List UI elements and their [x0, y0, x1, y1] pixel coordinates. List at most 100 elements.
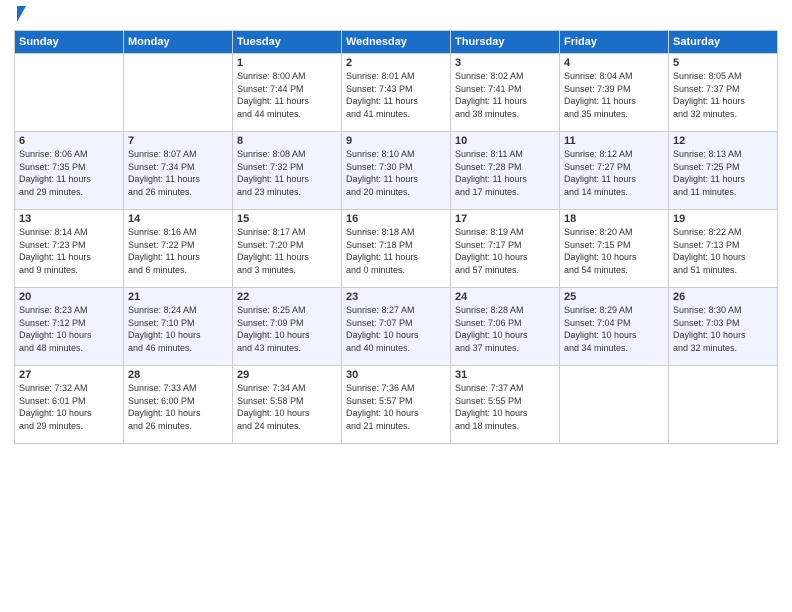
day-number: 26 [673, 291, 773, 303]
week-row-3: 20Sunrise: 8:23 AM Sunset: 7:12 PM Dayli… [15, 288, 778, 366]
day-info: Sunrise: 8:19 AM Sunset: 7:17 PM Dayligh… [455, 226, 555, 276]
day-info: Sunrise: 7:33 AM Sunset: 6:00 PM Dayligh… [128, 382, 228, 432]
col-header-thursday: Thursday [451, 31, 560, 54]
day-info: Sunrise: 8:12 AM Sunset: 7:27 PM Dayligh… [564, 148, 664, 198]
day-info: Sunrise: 8:02 AM Sunset: 7:41 PM Dayligh… [455, 70, 555, 120]
calendar-cell: 13Sunrise: 8:14 AM Sunset: 7:23 PM Dayli… [15, 210, 124, 288]
week-row-1: 6Sunrise: 8:06 AM Sunset: 7:35 PM Daylig… [15, 132, 778, 210]
calendar-cell [124, 54, 233, 132]
day-number: 9 [346, 135, 446, 147]
week-row-0: 1Sunrise: 8:00 AM Sunset: 7:44 PM Daylig… [15, 54, 778, 132]
day-info: Sunrise: 8:27 AM Sunset: 7:07 PM Dayligh… [346, 304, 446, 354]
day-info: Sunrise: 8:28 AM Sunset: 7:06 PM Dayligh… [455, 304, 555, 354]
col-header-wednesday: Wednesday [342, 31, 451, 54]
day-info: Sunrise: 8:16 AM Sunset: 7:22 PM Dayligh… [128, 226, 228, 276]
week-row-2: 13Sunrise: 8:14 AM Sunset: 7:23 PM Dayli… [15, 210, 778, 288]
calendar-cell: 9Sunrise: 8:10 AM Sunset: 7:30 PM Daylig… [342, 132, 451, 210]
day-number: 24 [455, 291, 555, 303]
calendar-cell: 27Sunrise: 7:32 AM Sunset: 6:01 PM Dayli… [15, 366, 124, 444]
day-number: 6 [19, 135, 119, 147]
week-row-4: 27Sunrise: 7:32 AM Sunset: 6:01 PM Dayli… [15, 366, 778, 444]
day-number: 15 [237, 213, 337, 225]
day-number: 14 [128, 213, 228, 225]
day-number: 7 [128, 135, 228, 147]
day-number: 10 [455, 135, 555, 147]
day-number: 28 [128, 369, 228, 381]
day-info: Sunrise: 7:34 AM Sunset: 5:58 PM Dayligh… [237, 382, 337, 432]
day-info: Sunrise: 8:11 AM Sunset: 7:28 PM Dayligh… [455, 148, 555, 198]
day-info: Sunrise: 8:22 AM Sunset: 7:13 PM Dayligh… [673, 226, 773, 276]
day-number: 25 [564, 291, 664, 303]
calendar-cell [560, 366, 669, 444]
calendar-cell: 17Sunrise: 8:19 AM Sunset: 7:17 PM Dayli… [451, 210, 560, 288]
header [14, 10, 778, 22]
col-header-sunday: Sunday [15, 31, 124, 54]
day-info: Sunrise: 8:05 AM Sunset: 7:37 PM Dayligh… [673, 70, 773, 120]
day-number: 18 [564, 213, 664, 225]
calendar-cell: 30Sunrise: 7:36 AM Sunset: 5:57 PM Dayli… [342, 366, 451, 444]
col-header-monday: Monday [124, 31, 233, 54]
day-info: Sunrise: 7:32 AM Sunset: 6:01 PM Dayligh… [19, 382, 119, 432]
day-info: Sunrise: 8:04 AM Sunset: 7:39 PM Dayligh… [564, 70, 664, 120]
day-info: Sunrise: 8:23 AM Sunset: 7:12 PM Dayligh… [19, 304, 119, 354]
day-info: Sunrise: 8:07 AM Sunset: 7:34 PM Dayligh… [128, 148, 228, 198]
day-number: 23 [346, 291, 446, 303]
calendar-cell: 6Sunrise: 8:06 AM Sunset: 7:35 PM Daylig… [15, 132, 124, 210]
day-number: 29 [237, 369, 337, 381]
day-info: Sunrise: 7:36 AM Sunset: 5:57 PM Dayligh… [346, 382, 446, 432]
day-info: Sunrise: 8:29 AM Sunset: 7:04 PM Dayligh… [564, 304, 664, 354]
calendar-cell: 24Sunrise: 8:28 AM Sunset: 7:06 PM Dayli… [451, 288, 560, 366]
calendar-cell: 4Sunrise: 8:04 AM Sunset: 7:39 PM Daylig… [560, 54, 669, 132]
calendar-cell: 21Sunrise: 8:24 AM Sunset: 7:10 PM Dayli… [124, 288, 233, 366]
col-header-friday: Friday [560, 31, 669, 54]
calendar-cell: 23Sunrise: 8:27 AM Sunset: 7:07 PM Dayli… [342, 288, 451, 366]
calendar-cell: 3Sunrise: 8:02 AM Sunset: 7:41 PM Daylig… [451, 54, 560, 132]
day-number: 1 [237, 57, 337, 69]
calendar-page: SundayMondayTuesdayWednesdayThursdayFrid… [0, 0, 792, 612]
calendar-cell: 31Sunrise: 7:37 AM Sunset: 5:55 PM Dayli… [451, 366, 560, 444]
calendar-cell: 2Sunrise: 8:01 AM Sunset: 7:43 PM Daylig… [342, 54, 451, 132]
day-number: 5 [673, 57, 773, 69]
day-number: 27 [19, 369, 119, 381]
calendar-cell: 22Sunrise: 8:25 AM Sunset: 7:09 PM Dayli… [233, 288, 342, 366]
calendar-cell: 29Sunrise: 7:34 AM Sunset: 5:58 PM Dayli… [233, 366, 342, 444]
day-number: 16 [346, 213, 446, 225]
calendar-cell: 14Sunrise: 8:16 AM Sunset: 7:22 PM Dayli… [124, 210, 233, 288]
day-info: Sunrise: 8:13 AM Sunset: 7:25 PM Dayligh… [673, 148, 773, 198]
day-number: 22 [237, 291, 337, 303]
day-info: Sunrise: 8:20 AM Sunset: 7:15 PM Dayligh… [564, 226, 664, 276]
day-info: Sunrise: 7:37 AM Sunset: 5:55 PM Dayligh… [455, 382, 555, 432]
day-number: 8 [237, 135, 337, 147]
calendar-cell: 11Sunrise: 8:12 AM Sunset: 7:27 PM Dayli… [560, 132, 669, 210]
day-number: 2 [346, 57, 446, 69]
day-info: Sunrise: 8:00 AM Sunset: 7:44 PM Dayligh… [237, 70, 337, 120]
logo-triangle-icon [17, 6, 26, 22]
col-header-tuesday: Tuesday [233, 31, 342, 54]
day-info: Sunrise: 8:08 AM Sunset: 7:32 PM Dayligh… [237, 148, 337, 198]
calendar-cell: 1Sunrise: 8:00 AM Sunset: 7:44 PM Daylig… [233, 54, 342, 132]
day-info: Sunrise: 8:06 AM Sunset: 7:35 PM Dayligh… [19, 148, 119, 198]
logo [14, 10, 26, 22]
calendar-cell: 10Sunrise: 8:11 AM Sunset: 7:28 PM Dayli… [451, 132, 560, 210]
col-header-saturday: Saturday [669, 31, 778, 54]
day-info: Sunrise: 8:17 AM Sunset: 7:20 PM Dayligh… [237, 226, 337, 276]
day-number: 13 [19, 213, 119, 225]
calendar-cell: 25Sunrise: 8:29 AM Sunset: 7:04 PM Dayli… [560, 288, 669, 366]
calendar-table: SundayMondayTuesdayWednesdayThursdayFrid… [14, 30, 778, 444]
day-info: Sunrise: 8:14 AM Sunset: 7:23 PM Dayligh… [19, 226, 119, 276]
calendar-cell: 7Sunrise: 8:07 AM Sunset: 7:34 PM Daylig… [124, 132, 233, 210]
day-number: 20 [19, 291, 119, 303]
calendar-cell: 18Sunrise: 8:20 AM Sunset: 7:15 PM Dayli… [560, 210, 669, 288]
header-row: SundayMondayTuesdayWednesdayThursdayFrid… [15, 31, 778, 54]
calendar-cell: 16Sunrise: 8:18 AM Sunset: 7:18 PM Dayli… [342, 210, 451, 288]
calendar-cell: 15Sunrise: 8:17 AM Sunset: 7:20 PM Dayli… [233, 210, 342, 288]
calendar-cell: 20Sunrise: 8:23 AM Sunset: 7:12 PM Dayli… [15, 288, 124, 366]
calendar-cell: 8Sunrise: 8:08 AM Sunset: 7:32 PM Daylig… [233, 132, 342, 210]
day-number: 21 [128, 291, 228, 303]
calendar-cell [669, 366, 778, 444]
day-info: Sunrise: 8:24 AM Sunset: 7:10 PM Dayligh… [128, 304, 228, 354]
day-number: 12 [673, 135, 773, 147]
calendar-cell: 12Sunrise: 8:13 AM Sunset: 7:25 PM Dayli… [669, 132, 778, 210]
calendar-cell: 26Sunrise: 8:30 AM Sunset: 7:03 PM Dayli… [669, 288, 778, 366]
day-number: 17 [455, 213, 555, 225]
